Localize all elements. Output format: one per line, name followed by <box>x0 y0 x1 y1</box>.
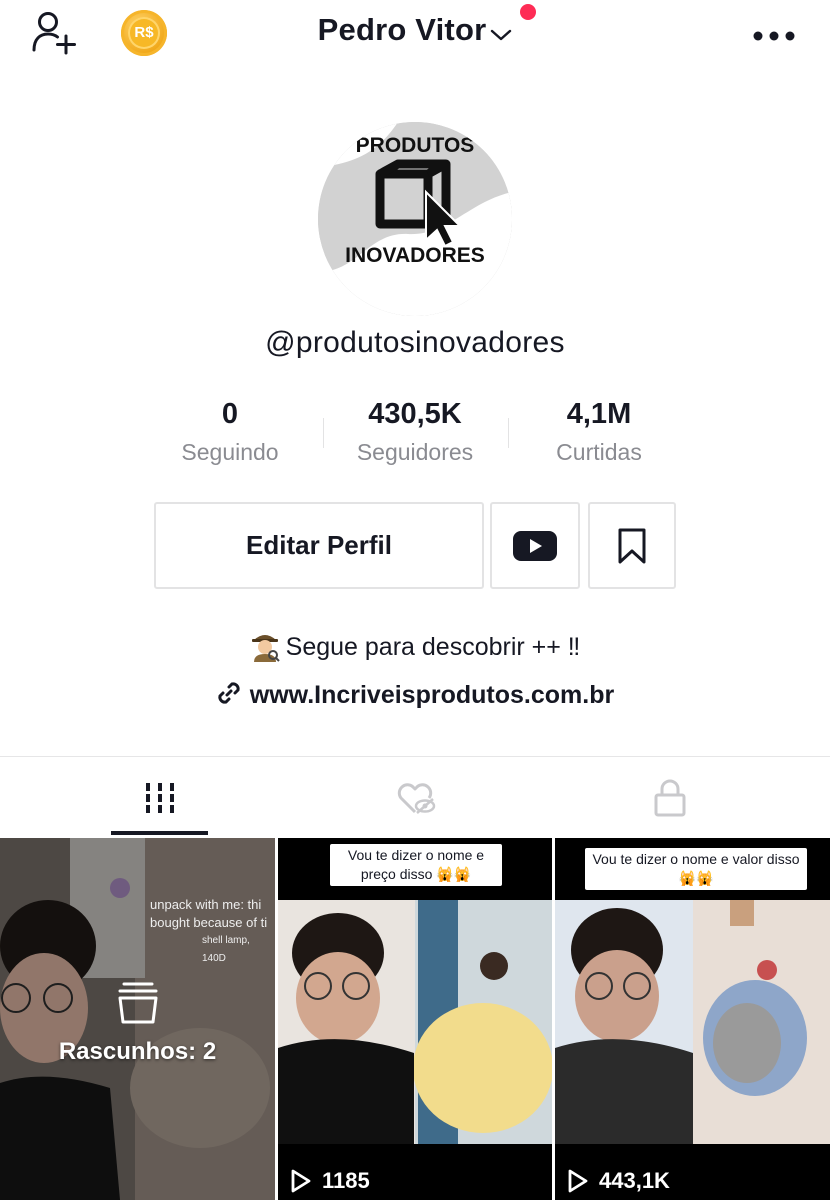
bio-text: Segue para descobrir ++ ‼ <box>285 633 581 662</box>
profile-avatar[interactable]: PRODUTOS INOVADORES <box>318 122 512 316</box>
active-tab-indicator <box>111 831 208 835</box>
view-count: 443,1K <box>567 1168 670 1194</box>
account-name: Pedro Vitor <box>317 12 487 47</box>
video-caption: Vou te dizer o nome e valor disso 🙀🙀 <box>585 848 807 890</box>
favorites-button[interactable] <box>588 502 676 589</box>
tab-private[interactable] <box>566 760 774 836</box>
following-label: Seguindo <box>181 439 279 465</box>
view-count-text: 1185 <box>322 1168 370 1193</box>
tab-liked[interactable] <box>312 760 520 836</box>
video-thumbnail <box>555 838 830 1200</box>
drafts-icon <box>114 978 162 1031</box>
account-switcher[interactable]: Pedro Vitor <box>0 12 830 50</box>
followers-label: Seguidores <box>356 439 474 465</box>
bookmark-icon <box>618 528 646 563</box>
bio-line: Segue para descobrir ++ ‼ <box>0 628 830 669</box>
drafts-tile[interactable]: unpack with me: thi bought because of ti… <box>0 838 275 1200</box>
link-icon <box>216 680 242 713</box>
stat-divider <box>508 418 509 448</box>
stat-following[interactable]: 0 Seguindo <box>150 398 310 466</box>
video-thumbnail <box>278 838 552 1200</box>
drafts-bg-line: unpack with me: thi <box>150 897 262 912</box>
hidden-heart-icon <box>397 783 436 814</box>
video-tile[interactable]: Vou te dizer o nome e valor disso 🙀🙀 443… <box>555 838 830 1200</box>
drafts-label: Rascunhos: 2 <box>58 1038 217 1065</box>
logo-text-bottom: INOVADORES <box>345 244 485 267</box>
top-bar: R$ Pedro Vitor <box>0 0 830 66</box>
tab-videos[interactable] <box>56 760 264 836</box>
followers-count: 430,5K <box>368 398 462 430</box>
detective-emoji-icon <box>250 628 280 669</box>
chevron-down-icon <box>490 14 512 50</box>
edit-profile-button[interactable]: Editar Perfil <box>154 502 484 589</box>
play-icon <box>568 1169 588 1193</box>
view-count: 1185 <box>290 1168 370 1194</box>
play-icon <box>291 1169 311 1193</box>
youtube-button[interactable] <box>490 502 580 589</box>
website-link[interactable]: www.Incriveisprodutos.com.br <box>0 680 830 713</box>
drafts-bg-line: bought because of ti <box>150 915 268 930</box>
video-caption: Vou te dizer o nome e preço disso 🙀🙀 <box>330 844 502 886</box>
profile-handle: @produtosinovadores <box>265 326 565 359</box>
likes-count: 4,1M <box>566 398 632 430</box>
following-count: 0 <box>221 398 239 430</box>
tabs-divider <box>0 756 830 757</box>
more-options-icon[interactable] <box>752 28 796 41</box>
video-tile[interactable]: Vou te dizer o nome e preço disso 🙀🙀 118… <box>278 838 552 1200</box>
grid-icon <box>146 783 174 813</box>
view-count-text: 443,1K <box>599 1168 670 1193</box>
youtube-icon <box>513 530 557 561</box>
notification-dot <box>520 4 536 20</box>
lock-icon <box>654 779 686 817</box>
stat-likes[interactable]: 4,1M Curtidas <box>520 398 678 466</box>
website-link-text: www.Incriveisprodutos.com.br <box>249 681 615 710</box>
drafts-bg-text: unpack with me: thi bought because of ti… <box>150 896 275 968</box>
stat-followers[interactable]: 430,5K Seguidores <box>333 398 497 466</box>
likes-label: Curtidas <box>556 439 642 465</box>
stat-divider <box>323 418 324 448</box>
logo-text-top: PRODUTOS <box>356 134 475 157</box>
drafts-bg-line: shell lamp, 140D <box>202 935 250 964</box>
